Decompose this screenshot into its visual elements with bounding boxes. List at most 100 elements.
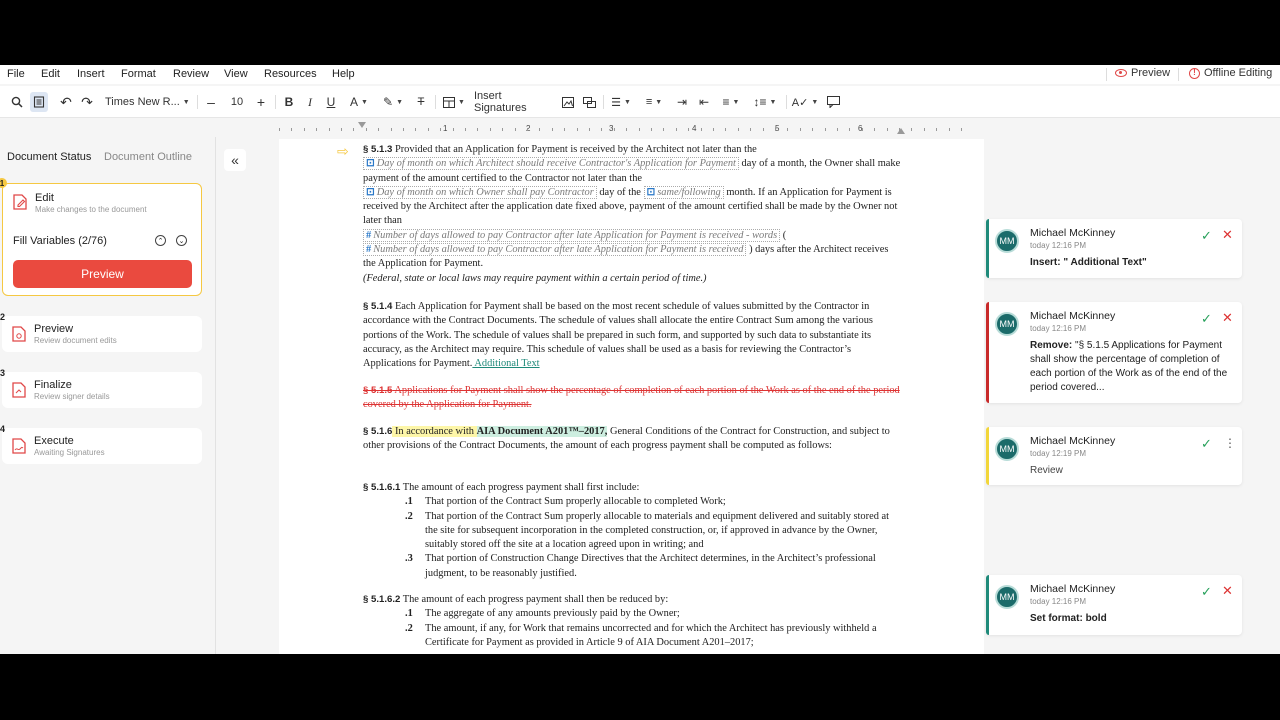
menu-edit[interactable]: Edit: [41, 68, 60, 80]
list-number: .3: [405, 553, 413, 565]
tab-document-status[interactable]: Document Status: [7, 151, 91, 167]
section-5-1-6-2[interactable]: § 5.1.6.2 The amount of each progress pa…: [363, 593, 903, 650]
offline-editing-label: Offline Editing: [1204, 67, 1273, 79]
ruler[interactable]: 1 2 3 4 5 6: [275, 122, 975, 136]
left-indent-marker[interactable]: [358, 122, 366, 130]
highlight-icon[interactable]: ✎ ▼: [380, 92, 406, 112]
list-item: .1 The aggregate of any amounts previousl…: [363, 607, 903, 621]
font-family-select[interactable]: Times New R... ▼: [105, 92, 193, 112]
bulleted-list-icon[interactable]: ☰ ▼: [608, 92, 634, 112]
align-icon[interactable]: ≡ ▼: [718, 92, 744, 112]
search-icon[interactable]: [8, 92, 26, 112]
numbered-list-icon[interactable]: ≡ ▼: [641, 92, 667, 112]
comment-icon[interactable]: [825, 92, 841, 112]
section-5-1-3[interactable]: § 5.1.3 Provided that an Application for…: [363, 143, 903, 286]
variable-field[interactable]: # Number of days allowed to pay Contracto…: [363, 243, 747, 257]
redo-icon[interactable]: ↷: [78, 92, 96, 112]
step-number: 3: [0, 368, 6, 378]
section-5-1-4[interactable]: § 5.1.4 Each Application for Payment sha…: [363, 300, 903, 371]
undo-icon[interactable]: ↶: [57, 92, 75, 112]
step-title: Edit: [35, 192, 54, 204]
next-variable-icon[interactable]: ⌄: [176, 235, 187, 246]
ruler-tick: [750, 128, 752, 131]
variable-field[interactable]: ⊡ same/following: [643, 185, 724, 199]
document-page[interactable]: ⇨ § 5.1.3 Provided that an Application f…: [279, 139, 984, 654]
step-number: 2: [0, 312, 6, 322]
section-text: Provided that an Application for Payment…: [392, 144, 757, 155]
preview-button[interactable]: Preview: [13, 260, 192, 288]
menu-resources[interactable]: Resources: [264, 68, 317, 80]
highlighted-text[interactable]: In accordance with: [392, 426, 477, 437]
chevron-down-icon: ▼: [769, 98, 777, 106]
page-layout-icon[interactable]: [30, 92, 48, 112]
font-size-field[interactable]: 10: [226, 92, 248, 112]
underline-icon[interactable]: U: [323, 92, 339, 112]
menu-file[interactable]: File: [7, 68, 25, 80]
previous-variable-icon[interactable]: ⌃: [155, 235, 166, 246]
section-text: The amount of each progress payment shal…: [400, 594, 669, 605]
variable-icon[interactable]: [581, 92, 597, 112]
collapse-panel-icon[interactable]: «: [224, 149, 246, 171]
accept-check-icon[interactable]: ✓: [1201, 584, 1212, 600]
table-icon[interactable]: ▼: [441, 92, 467, 112]
chevron-down-icon: ▼: [811, 98, 819, 106]
inserted-text[interactable]: Additional Text: [472, 358, 539, 369]
ruler-tick: [837, 128, 838, 131]
text-color-icon[interactable]: A ▼: [346, 92, 372, 112]
ruler-tick: [279, 128, 280, 131]
comment-card[interactable]: MM Michael McKinney today 12:16 PM Inser…: [986, 219, 1242, 278]
section-5-1-5[interactable]: § 5.1.5 Applications for Payment shall s…: [363, 384, 903, 413]
reject-close-icon[interactable]: ✕: [1222, 310, 1233, 326]
ruler-label: 1: [443, 124, 448, 133]
line-spacing-icon[interactable]: ↕≡ ▼: [751, 92, 779, 112]
menu-insert[interactable]: Insert: [77, 68, 105, 80]
comment-card[interactable]: MM Michael McKinney today 12:16 PM Set f…: [986, 575, 1242, 635]
offline-editing-button[interactable]: ! Offline Editing: [1189, 67, 1272, 79]
step-finalize[interactable]: 3 Finalize Review signer details: [0, 368, 202, 408]
resolve-check-icon[interactable]: ✓: [1201, 436, 1212, 452]
bold-icon[interactable]: B: [281, 92, 297, 112]
chevron-down-icon: ▼: [361, 98, 368, 106]
bold-formatted-text[interactable]: AIA Document A201™–2017,: [476, 426, 608, 437]
variable-field[interactable]: # Number of days allowed to pay Contracto…: [363, 228, 781, 242]
comment-card[interactable]: MM Michael McKinney today 12:19 PM Revie…: [986, 427, 1242, 485]
preview-mode-button[interactable]: Preview: [1115, 67, 1170, 79]
hash-icon: #: [366, 244, 372, 256]
menu-review[interactable]: Review: [173, 68, 209, 80]
reject-close-icon[interactable]: ✕: [1222, 583, 1233, 599]
decrease-font-size-icon[interactable]: –: [203, 92, 219, 112]
menu-view[interactable]: View: [224, 68, 248, 80]
menu-format[interactable]: Format: [121, 68, 156, 80]
step-preview[interactable]: 2 Preview Review document edits: [0, 312, 202, 352]
variable-field[interactable]: ⊡ Day of month on which Architect should …: [363, 157, 739, 171]
menu-help[interactable]: Help: [332, 68, 355, 80]
ruler-tick: [886, 128, 888, 131]
section-5-1-6[interactable]: § 5.1.6 In accordance with AIA Document …: [363, 425, 903, 454]
comment-author: Michael McKinney: [1030, 227, 1116, 239]
comment-color-bar: [986, 427, 989, 485]
step-edit[interactable]: 1 Edit Make changes to the document Fill…: [0, 178, 202, 296]
outdent-icon[interactable]: ⇤: [696, 92, 712, 112]
clear-format-icon[interactable]: T: [413, 92, 429, 112]
more-options-icon[interactable]: ⋮: [1224, 436, 1236, 450]
increase-font-size-icon[interactable]: +: [253, 92, 269, 112]
comment-time: today 12:16 PM: [1030, 597, 1087, 606]
section-text: day of the: [596, 186, 644, 198]
reject-close-icon[interactable]: ✕: [1222, 227, 1233, 243]
variable-field[interactable]: ⊡ Day of month on which Owner shall pay C…: [363, 185, 597, 199]
preview-mode-label: Preview: [1131, 67, 1171, 79]
image-icon[interactable]: [560, 92, 576, 112]
accept-check-icon[interactable]: ✓: [1201, 228, 1212, 244]
tab-document-outline[interactable]: Document Outline: [104, 151, 192, 167]
accept-check-icon[interactable]: ✓: [1201, 311, 1212, 327]
section-5-1-6-1[interactable]: § 5.1.6.1 The amount of each progress pa…: [363, 481, 903, 581]
hash-icon: #: [366, 229, 372, 241]
comment-color-bar: [986, 302, 989, 403]
font-family-value: Times New R...: [105, 96, 180, 108]
insert-signatures-button[interactable]: Insert Signatures: [474, 90, 554, 114]
spellcheck-icon[interactable]: A✓ ▼: [792, 92, 819, 112]
comment-card[interactable]: MM Michael McKinney today 12:16 PM Remov…: [986, 302, 1242, 403]
step-execute[interactable]: 4 Execute Awaiting Signatures: [0, 424, 202, 464]
italic-icon[interactable]: I: [302, 92, 318, 112]
indent-icon[interactable]: ⇥: [674, 92, 690, 112]
